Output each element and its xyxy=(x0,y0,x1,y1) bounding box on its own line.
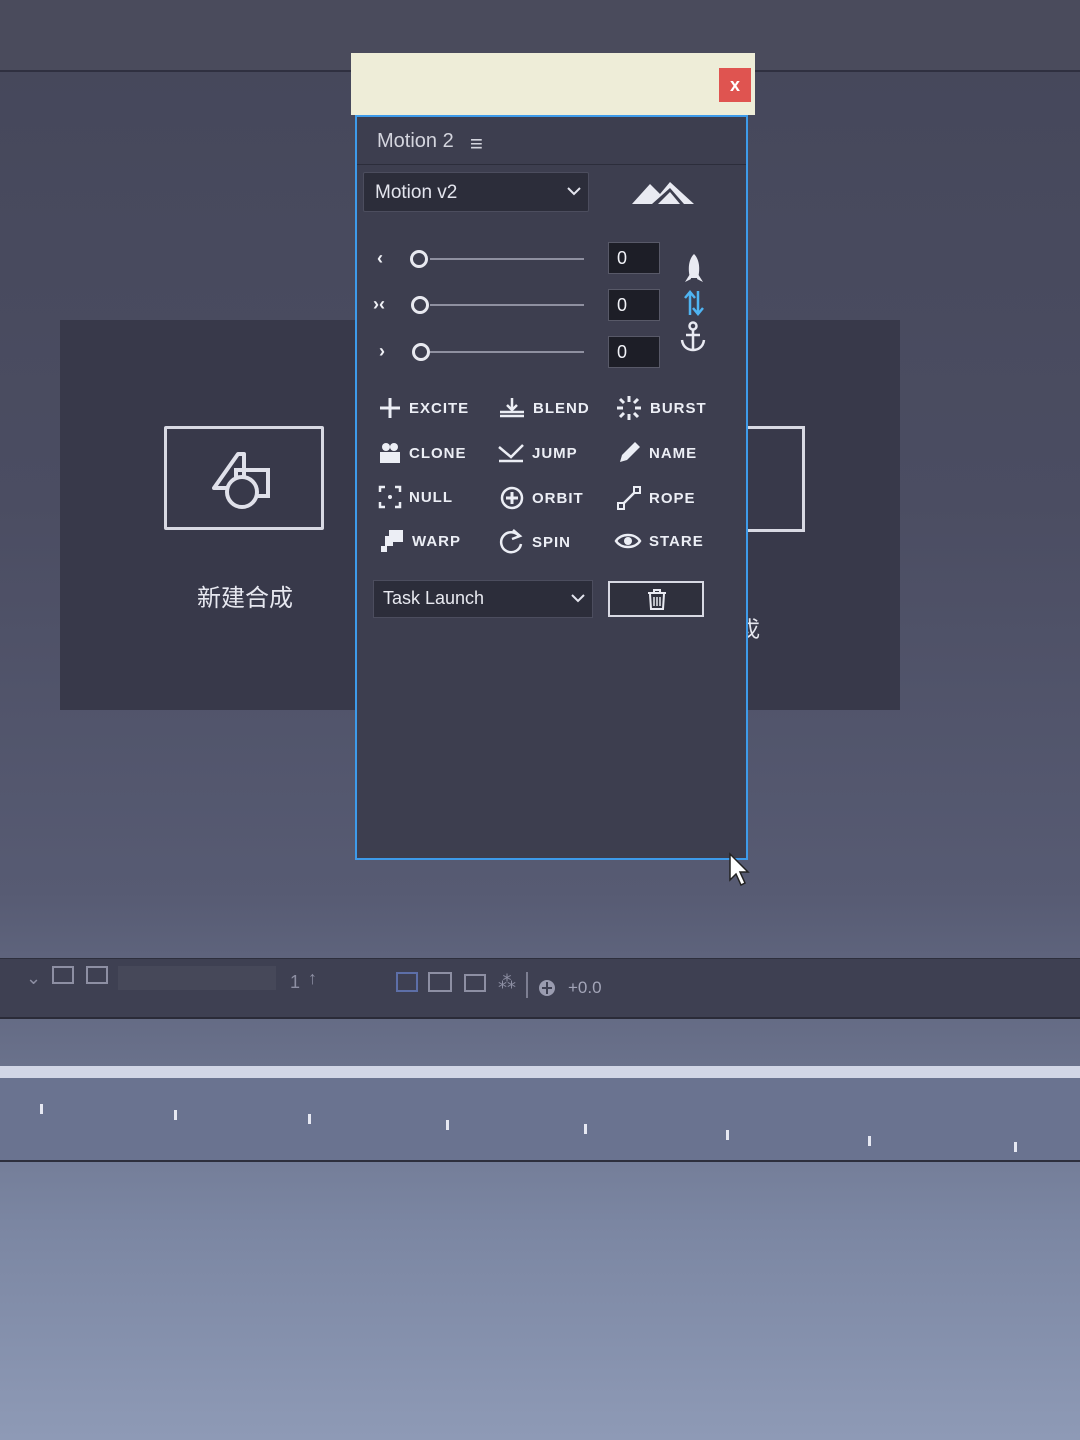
warp-icon xyxy=(381,530,403,552)
chevron-down-icon xyxy=(567,187,581,196)
ease-out-arrow: › xyxy=(379,341,385,361)
toolbar-divider xyxy=(526,972,528,998)
rope-icon xyxy=(617,486,641,510)
spin-icon xyxy=(499,529,523,554)
chevron-down-icon[interactable]: ⌄ xyxy=(26,968,41,989)
composition-icon xyxy=(212,452,270,509)
tool-label: NULL xyxy=(409,488,453,506)
ruler-tick xyxy=(174,1110,177,1120)
ruler-tick xyxy=(40,1104,43,1114)
camera-icon[interactable] xyxy=(428,972,452,992)
rocket-icon[interactable] xyxy=(682,252,706,286)
ruler-tick xyxy=(584,1124,587,1134)
timeline-scrollbar[interactable] xyxy=(0,1066,1080,1078)
ruler-tick xyxy=(868,1136,871,1146)
resolution-select[interactable] xyxy=(118,966,276,990)
value-field[interactable]: 0 xyxy=(608,336,660,368)
draft-3d-icon[interactable] xyxy=(396,972,418,992)
slider-track[interactable] xyxy=(430,351,584,353)
null-icon xyxy=(378,485,402,509)
slider-track[interactable] xyxy=(430,304,584,306)
timeline-ruler[interactable] xyxy=(0,1078,1080,1162)
name-button[interactable]: NAME xyxy=(616,440,697,466)
tool-label: JUMP xyxy=(532,444,578,462)
tool-label: NAME xyxy=(649,444,698,462)
second-tile[interactable] xyxy=(740,426,805,532)
slider-track[interactable] xyxy=(430,258,584,260)
orbit-icon xyxy=(500,486,524,510)
exposure-reset-icon[interactable] xyxy=(537,978,557,998)
ease-in-arrow: ‹ xyxy=(377,248,383,268)
clone-button[interactable]: CLONE xyxy=(378,441,467,465)
tool-label: ORBIT xyxy=(532,489,584,507)
task-launch-value: Task Launch xyxy=(383,588,485,608)
tool-label: SPIN xyxy=(532,533,572,551)
swap-vertical-icon[interactable] xyxy=(682,289,706,317)
trash-icon xyxy=(648,589,666,610)
plus-icon xyxy=(380,398,400,418)
panel-titlebar[interactable] xyxy=(351,53,755,115)
orbit-button[interactable]: ORBIT xyxy=(499,485,584,511)
transparency-grid-icon[interactable] xyxy=(86,966,108,984)
ease-both-arrow: ›‹ xyxy=(373,294,385,314)
burst-button[interactable]: BURST xyxy=(615,394,707,422)
warp-button[interactable]: WARP xyxy=(379,528,461,554)
chevron-down-icon xyxy=(571,594,585,603)
exposure-value[interactable]: +0.0 xyxy=(568,978,602,998)
tool-label: CLONE xyxy=(409,444,467,462)
blend-icon xyxy=(500,398,524,418)
rope-button[interactable]: ROPE xyxy=(616,485,696,511)
region-of-interest-icon[interactable] xyxy=(52,966,74,984)
preset-select-value: Motion v2 xyxy=(375,182,458,203)
clone-icon xyxy=(380,443,400,463)
stare-button[interactable]: STARE xyxy=(614,530,704,552)
excite-button[interactable]: EXCITE xyxy=(378,396,469,420)
up-arrow-icon[interactable]: ↑ xyxy=(308,968,317,989)
tool-label: BLEND xyxy=(533,399,590,417)
panel-title: Motion 2 xyxy=(377,130,454,152)
hamburger-menu-icon[interactable]: ≡ xyxy=(470,131,483,157)
tool-label: BURST xyxy=(650,399,707,417)
ruler-tick xyxy=(726,1130,729,1140)
new-composition-label: 新建合成 xyxy=(197,585,293,612)
mouse-cursor-icon xyxy=(729,852,750,887)
tool-label: WARP xyxy=(412,532,461,550)
jump-button[interactable]: JUMP xyxy=(497,441,578,465)
slider-knob[interactable] xyxy=(412,343,430,361)
spin-button[interactable]: SPIN xyxy=(499,528,571,556)
pencil-icon xyxy=(620,442,640,462)
close-button[interactable]: x xyxy=(719,68,751,102)
slider-knob[interactable] xyxy=(410,250,428,268)
value-field[interactable]: 0 xyxy=(608,289,660,321)
ruler-tick xyxy=(446,1120,449,1130)
tool-label: STARE xyxy=(649,532,704,550)
mountains-icon[interactable] xyxy=(630,178,696,208)
flowchart-icon[interactable]: ⁂ xyxy=(498,972,516,993)
slider-knob[interactable] xyxy=(411,296,429,314)
ruler-tick xyxy=(1014,1142,1017,1152)
snapshot-icon[interactable] xyxy=(464,974,486,992)
tool-label: EXCITE xyxy=(409,399,470,417)
view-count: 1 xyxy=(290,972,301,992)
burst-icon xyxy=(617,396,641,420)
eye-icon xyxy=(614,533,642,549)
blend-button[interactable]: BLEND xyxy=(498,396,590,420)
jump-icon xyxy=(498,444,524,463)
null-button[interactable]: NULL xyxy=(378,485,453,509)
tool-label: ROPE xyxy=(649,489,696,507)
value-field[interactable]: 0 xyxy=(608,242,660,274)
anchor-icon[interactable] xyxy=(679,321,707,353)
ruler-tick xyxy=(308,1114,311,1124)
